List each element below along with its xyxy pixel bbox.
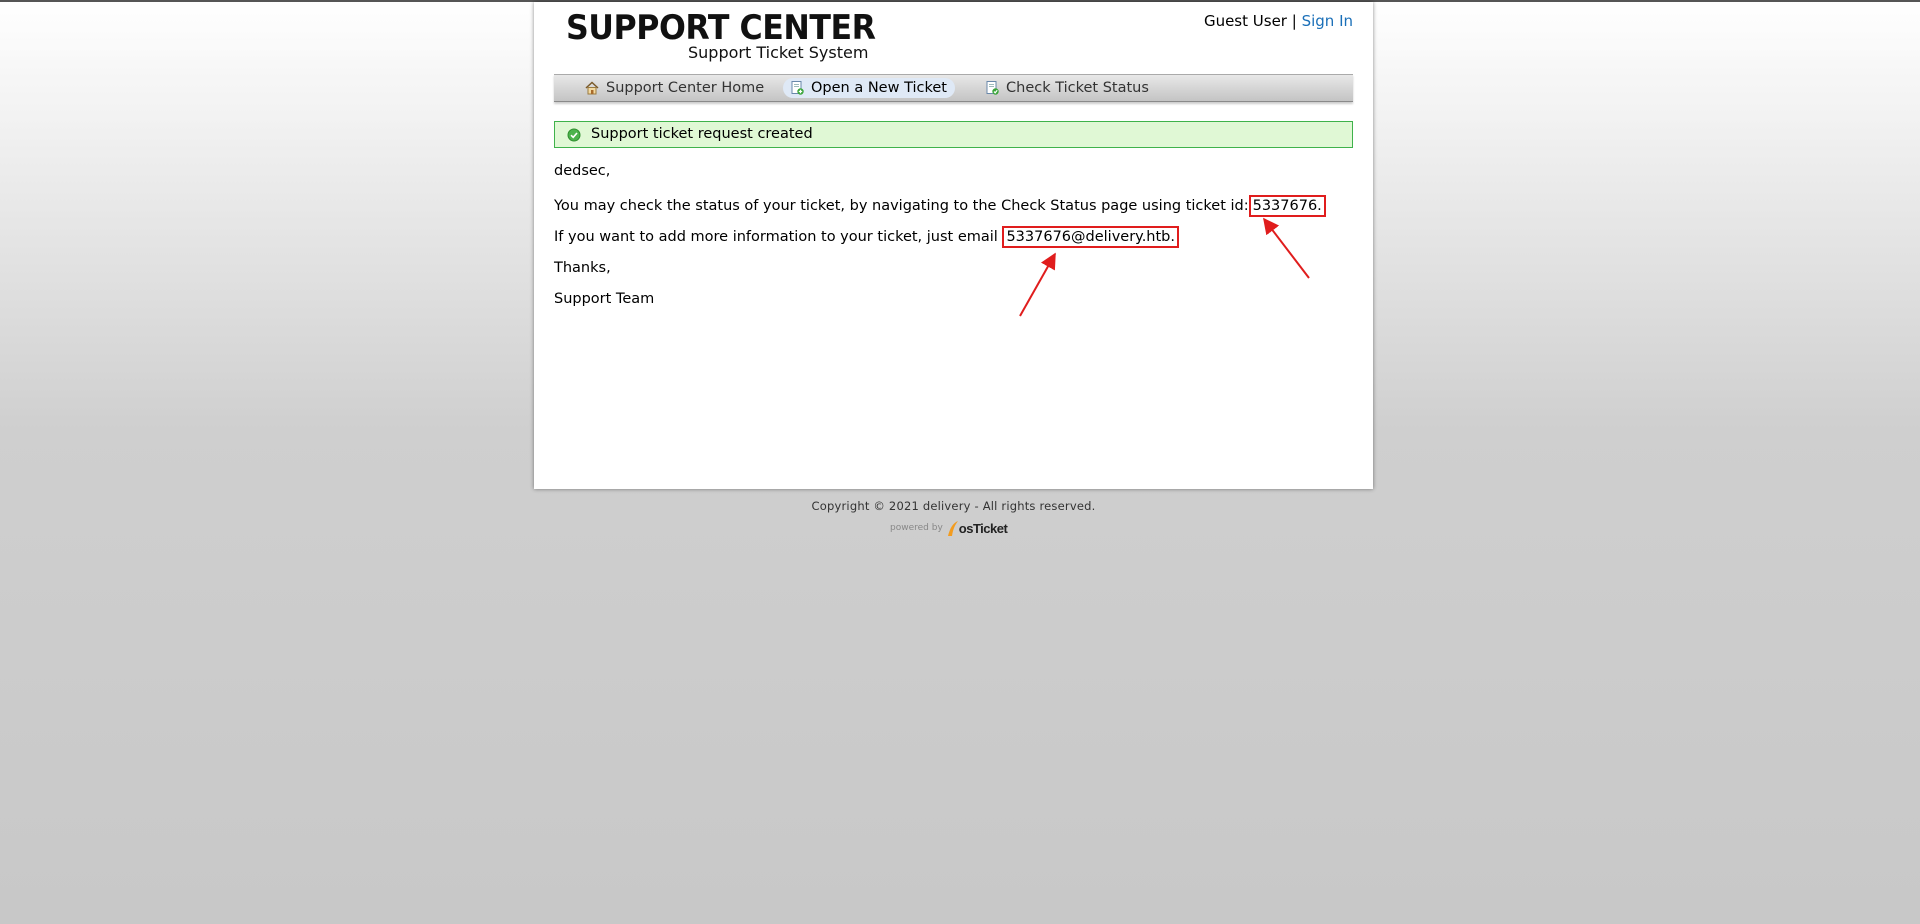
nav-support-center-home[interactable]: Support Center Home	[578, 78, 772, 98]
powered-by-label: powered by	[890, 523, 943, 533]
greeting: dedsec,	[554, 163, 611, 179]
new-ticket-icon	[791, 81, 804, 95]
check-circle-icon	[567, 128, 581, 141]
user-bar: Guest User | Sign In	[1204, 12, 1353, 30]
home-icon	[585, 81, 599, 95]
page-container: SUPPORT CENTER Support Ticket System Gue…	[534, 2, 1373, 489]
ticket-status-icon	[986, 81, 999, 95]
main-nav: Support Center Home Open a New Ticket Ch…	[554, 74, 1353, 102]
logo-subtitle: Support Ticket System	[688, 43, 869, 62]
ticket-id: 5337676.	[1248, 195, 1326, 217]
footer-copyright: Copyright © 2021 delivery - All rights r…	[811, 499, 1096, 513]
sign-in-link[interactable]: Sign In	[1302, 12, 1353, 30]
osticket-brand: osTicket	[958, 520, 1008, 536]
status-text: You may check the status of your ticket,…	[554, 198, 1249, 214]
notice-text: Support ticket request created	[591, 126, 813, 142]
signature: Support Team	[554, 291, 655, 307]
thanks: Thanks,	[554, 260, 611, 276]
email-paragraph: If you want to add more information to y…	[554, 226, 1179, 248]
site-logo[interactable]: SUPPORT CENTER Support Ticket System	[566, 8, 876, 64]
nav-label: Support Center Home	[606, 80, 765, 96]
guest-user-label: Guest User |	[1203, 12, 1297, 30]
email-text: If you want to add more information to y…	[554, 229, 998, 245]
ticket-email: 5337676@delivery.htb.	[1002, 226, 1179, 248]
nav-label: Open a New Ticket	[811, 80, 947, 96]
powered-by-osticket[interactable]: powered by osTicket	[890, 518, 1008, 538]
status-paragraph: You may check the status of your ticket,…	[554, 195, 1326, 217]
logo-title: SUPPORT CENTER	[566, 8, 876, 48]
success-notice: Support ticket request created	[554, 121, 1353, 148]
nav-open-new-ticket[interactable]: Open a New Ticket	[783, 78, 955, 98]
osticket-logo-icon	[947, 521, 958, 536]
nav-label: Check Ticket Status	[1006, 80, 1149, 96]
nav-check-ticket-status[interactable]: Check Ticket Status	[978, 78, 1157, 98]
